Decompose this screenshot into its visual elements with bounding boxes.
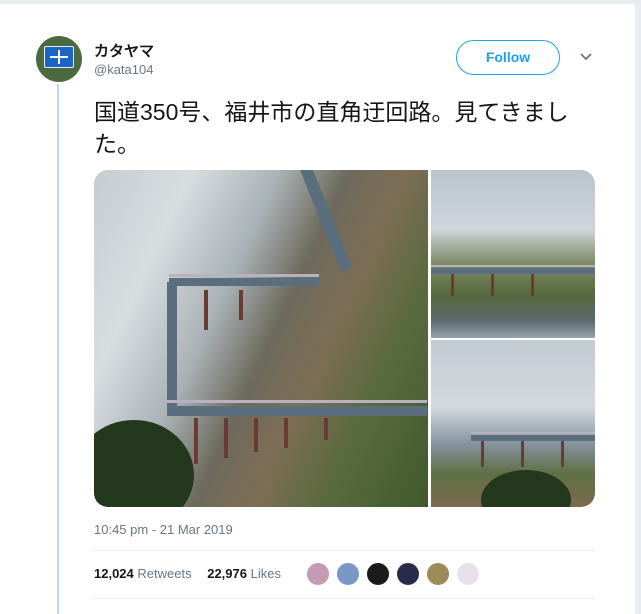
engagement-stats: 12,024 Retweets 22,976 Likes bbox=[94, 566, 285, 581]
display-name[interactable]: カタヤマ bbox=[94, 40, 154, 61]
bridge-pier bbox=[491, 274, 494, 296]
follow-button[interactable]: Follow bbox=[456, 40, 560, 75]
tweet-text: 国道350号、福井市の直角迂回路。見てきました。 bbox=[94, 99, 569, 157]
liker-avatar[interactable] bbox=[306, 562, 330, 586]
tree-foliage bbox=[94, 420, 194, 507]
divider bbox=[94, 598, 595, 599]
retweets-stat[interactable]: 12,024 Retweets bbox=[94, 566, 194, 581]
guard-rail-upper bbox=[169, 274, 319, 277]
scrollbar-track[interactable] bbox=[635, 0, 641, 614]
bridge-pier bbox=[194, 418, 198, 464]
tree-foliage bbox=[481, 470, 571, 507]
bridge-pier bbox=[239, 290, 243, 320]
retweets-label: Retweets bbox=[137, 566, 192, 581]
tweet-timestamp[interactable]: 10:45 pm - 21 Mar 2019 bbox=[94, 522, 233, 537]
thread-line bbox=[57, 84, 59, 614]
chevron-down-icon[interactable] bbox=[579, 50, 593, 64]
liker-avatar[interactable] bbox=[396, 562, 420, 586]
likes-stat[interactable]: 22,976 Likes bbox=[207, 566, 283, 581]
road-sign-icon bbox=[44, 46, 74, 68]
bridge-pier bbox=[531, 274, 534, 296]
bridge-pier bbox=[451, 274, 454, 296]
top-border bbox=[0, 0, 641, 4]
bridge-pier bbox=[284, 418, 288, 448]
bridge-pier bbox=[204, 290, 208, 330]
guard-rail bbox=[471, 432, 595, 434]
bridge-pier bbox=[561, 441, 564, 467]
bridge-pier bbox=[481, 441, 484, 467]
user-handle[interactable]: @kata104 bbox=[94, 62, 153, 77]
guard-rail-lower bbox=[165, 400, 427, 403]
bridge-deck-upper bbox=[169, 278, 319, 286]
liker-avatar[interactable] bbox=[366, 562, 390, 586]
liker-avatar[interactable] bbox=[426, 562, 450, 586]
bridge-deck-vertical bbox=[167, 282, 177, 412]
bridge-deck bbox=[471, 435, 595, 441]
liker-avatar[interactable] bbox=[336, 562, 360, 586]
photo-bottom-right[interactable] bbox=[431, 340, 595, 507]
bridge-pier bbox=[521, 441, 524, 467]
guard-rail bbox=[431, 265, 595, 267]
bridge-pier bbox=[324, 418, 328, 440]
likes-label: Likes bbox=[250, 566, 281, 581]
divider bbox=[94, 550, 595, 551]
liker-avatar[interactable] bbox=[456, 562, 480, 586]
photo-main[interactable] bbox=[94, 170, 428, 507]
bridge-pier bbox=[254, 418, 258, 452]
retweets-count: 12,024 bbox=[94, 566, 134, 581]
avatar[interactable] bbox=[36, 36, 82, 82]
bridge-deck bbox=[431, 268, 595, 274]
bridge-pier bbox=[224, 418, 228, 458]
likes-count: 22,976 bbox=[207, 566, 247, 581]
bridge-deck-lower bbox=[167, 406, 427, 416]
road-shape bbox=[300, 170, 353, 272]
media-grid[interactable] bbox=[94, 170, 595, 507]
photo-top-right[interactable] bbox=[431, 170, 595, 338]
